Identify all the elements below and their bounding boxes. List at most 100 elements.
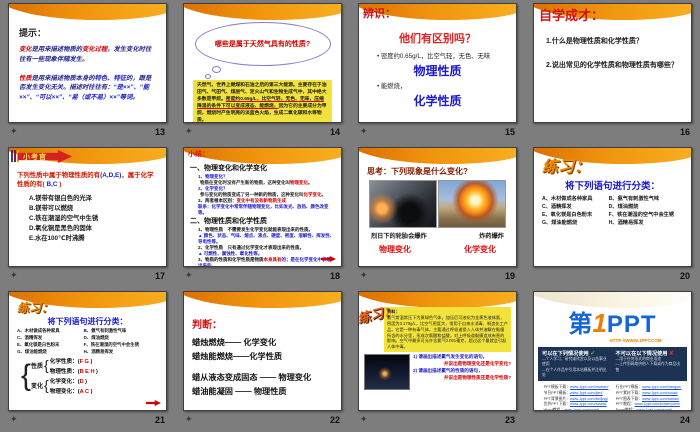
slide-number: 24 — [679, 414, 690, 425]
bullet-item: • 密度约0.65g/L，比空气轻，无色、无味 — [377, 53, 491, 60]
classification-diagram: { 性质 { 化学性质：(F G ) 物理性质：(B E H ) 变化 {化学… — [21, 357, 98, 395]
question-item: 2.说出常见的化学性质和物理性质有哪些？ — [546, 62, 678, 69]
slide-number: 14 — [329, 126, 340, 137]
transition-star-icon: ✦ — [360, 414, 368, 424]
tire-photo — [369, 180, 437, 228]
question-line: 1) 请画出描述氯气发生变化的语句， — [413, 354, 488, 360]
cross-icon: ✘ — [668, 351, 674, 357]
answer-label: 化学变化 — [464, 245, 496, 254]
license-line: —上传到网络供他人下载或作为商品出售 — [615, 362, 681, 372]
question-line: 并说出是物理性质还是化学性质? — [443, 374, 511, 380]
slide-title: 自学成才： — [539, 8, 605, 23]
link[interactable]: www.1ppt.com/powerpoint/ — [635, 402, 680, 406]
slide-18-cell: 小结： 一、物理变化和化学变化 1、物理变化？ 物质在变化时没有产生新的物质，这… — [175, 144, 350, 288]
slide-22-cell: 判断： 蜡烛燃烧—— 化学变化 蜡烛能燃烧——化学性质 蜡从液态变成固态 —— … — [175, 288, 350, 432]
link[interactable]: www.1ppt.com/jieri/ — [570, 391, 603, 395]
paragraph: 变化是用来描述物质的变化过程，发生变化时往往有一些现象伴随发生。 — [19, 46, 152, 63]
slide-18-thumbnail[interactable]: 小结： 一、物理变化和化学变化 1、物理变化？ 物质在变化时没有产生新的物质，这… — [183, 147, 342, 267]
slide-title: 练习： — [542, 159, 591, 176]
slide-title: 判断： — [192, 320, 222, 331]
next-arrow-icon[interactable] — [146, 400, 161, 406]
slide-24-thumbnail[interactable]: 第1PPT HTTP://WWW.1PPT.COM 可以在下列情况使用 ✔ —个… — [533, 291, 692, 411]
classification-line: 化学变化：(D ) — [49, 378, 88, 385]
slide-13-thumbnail[interactable]: 提示： 变化是用来描述物质的变化过程，发生变化时往往有一些现象伴随发生。 性质是… — [8, 3, 167, 123]
brace-glyph: { — [21, 359, 32, 393]
slide-14-thumbnail[interactable]: 哪些是属于天然气具有的性质? 天然气，世界上继煤和石油之后的第三大能源。主要存在… — [183, 3, 342, 123]
link[interactable]: www.1ppt.com/moban/ — [570, 385, 608, 389]
slide-20-thumbnail[interactable]: 练习： 将下列语句进行分类： A、木材做成各种家具 B、氨气有刺激性气味 C、酒… — [533, 147, 692, 267]
website-url[interactable]: HTTP://WWW.1PPT.COM — [584, 338, 687, 343]
slide-22-thumbnail[interactable]: 判断： 蜡烛燃烧—— 化学变化 蜡烛能燃烧——化学性质 蜡从液态变成固态 —— … — [183, 291, 342, 411]
slide-19-thumbnail[interactable]: 思考：下列现象是什么变化? 烈日下的轮胎会爆炸 炸药爆炸 物理变化 化学变化 — [358, 147, 517, 267]
slide-number: 17 — [154, 270, 165, 281]
link-row: 行业PPT模板：www.1ppt.com/hangye/ — [615, 385, 682, 390]
link[interactable]: www.1ppt.com/tubiao/ — [642, 397, 679, 401]
option-item: G、煤油能燃烧 — [17, 348, 47, 354]
link-row: PPT教程：www.1ppt.com/powerpoint/ — [615, 402, 680, 407]
option-item: H、酒精易挥发 — [83, 348, 114, 354]
option-item: E、氧化镁是白色粉末 — [542, 211, 593, 218]
option-item: B.镁带可以燃烧 — [29, 204, 74, 212]
option-item: A.镁带有银白色的光泽 — [29, 194, 92, 202]
option-item: D、煤油燃烧 — [608, 203, 639, 210]
slide-21-thumbnail[interactable]: 练习： 将下列语句进行分类： A、木材做成各种家具 B、氨气有刺激性气味 C、酒… — [8, 291, 167, 411]
link-row: PPT图表下载：www.1ppt.com/tubiao/ — [615, 396, 680, 401]
transition-star-icon: ✦ — [185, 126, 193, 136]
option-item: E.水在100℃时沸腾 — [29, 234, 85, 242]
slide-number: 23 — [504, 414, 515, 425]
judgement-line: 蜡烛能燃烧——化学性质 — [192, 352, 283, 361]
slide-13-cell: 提示： 变化是用来描述物质的变化过程，发生变化时往往有一些现象伴随发生。 性质是… — [0, 0, 175, 144]
link-row: 优秀PPT下载：www.1ppt.com/xiazai/ — [543, 402, 607, 407]
slide-number: 20 — [679, 270, 690, 281]
slide-23-thumbnail[interactable]: 练习： 资料： 氯气常温常压下为黄绿色气体，加压后可液化为金黄色液体氯，密度为3… — [358, 291, 517, 411]
slide-title: 提示： — [19, 28, 47, 38]
link[interactable]: www.1ppt.com/sucai/ — [642, 391, 678, 395]
slide-17-thumbnail[interactable]: 小考官 下列性质中属于物理性质的有(A,D,E)，属于化学性质的有( B,C )… — [8, 147, 167, 267]
task-heading: 将下列语句进行分类： — [47, 316, 128, 326]
link[interactable]: www.1ppt.com/xiazai/ — [570, 402, 607, 406]
bullet-item: • 能燃烧， — [377, 83, 407, 90]
slide-16-cell: 自学成才： 1.什么是物理性质和化学性质？ 2.说出常见的化学性质和物理性质有哪… — [525, 0, 700, 144]
link[interactable]: www.1ppt.com/hangye/ — [642, 385, 681, 389]
slide-title: 思考：下列现象是什么变化? — [367, 167, 468, 176]
slide-20-cell: 练习： 将下列语句进行分类： A、木材做成各种家具 B、氨气有刺激性气味 C、酒… — [525, 144, 700, 288]
transition-star-icon: ✦ — [360, 270, 368, 280]
option-item: C、酒精挥发 — [17, 334, 43, 340]
link[interactable]: www.1ppt.com/beijing/ — [570, 397, 608, 401]
slide-sorter-grid: 提示： 变化是用来描述物质的变化过程，发生变化时往往有一些现象伴随发生。 性质是… — [0, 0, 700, 432]
question-heading: 他们有区别吗？ — [399, 33, 476, 45]
judgement-line: 蜡从液态变成固态 —— 物理变化 — [192, 373, 312, 382]
option-item: G、煤油能燃烧 — [542, 219, 578, 226]
photo-caption: 炸药爆炸 — [479, 233, 504, 240]
link-row: PPT模板下载：www.1ppt.com/moban/ — [543, 385, 609, 390]
decorative-stripes-icon — [11, 150, 19, 162]
section-heading: 一、物理变化和化学变化 — [190, 165, 267, 172]
link[interactable]: www.1ppt.com/word/ — [564, 408, 599, 410]
license-forbidden-title: 不可以在以下情况使用 ✘ — [615, 351, 674, 357]
transition-star-icon: ✦ — [10, 270, 18, 280]
slide-16-thumbnail[interactable]: 自学成才： 1.什么是物理性质和化学性质？ 2.说出常见的化学性质和物理性质有哪… — [533, 3, 692, 123]
slide-21-cell: 练习： 将下列语句进行分类： A、木材做成各种家具 B、氨气有刺激性气味 C、酒… — [0, 288, 175, 432]
option-item: E、氧化镁是白色粉末 — [17, 341, 60, 347]
link[interactable]: www.1ppt.com/excel/ — [636, 408, 672, 410]
link-row: Word教程：www.1ppt.com/word/ — [543, 408, 600, 411]
slide-number: 15 — [504, 126, 515, 137]
brace-glyph: { — [44, 357, 49, 374]
license-line: —个人学习、研究或欣赏以及公益事业使用 — [542, 357, 607, 367]
option-item: D、煤油燃烧 — [83, 334, 109, 340]
classification-line: 化学性质：(F G ) — [49, 358, 93, 365]
slide-number: 13 — [154, 126, 165, 137]
option-item: F、铁在潮湿的空气中会生锈 — [83, 341, 140, 347]
link-row: Excel教程：www.1ppt.com/excel/ — [615, 408, 673, 411]
slide-15-thumbnail[interactable]: 辨识： 他们有区别吗？ • 密度约0.65g/L，比空气轻，无色、无味 物理性质… — [358, 3, 517, 123]
brace-glyph: { — [44, 377, 49, 394]
slide-14-cell: 哪些是属于天然气具有的性质? 天然气，世界上继煤和石油之后的第三大能源。主要存在… — [175, 0, 350, 144]
link-row: PPT背景图片：www.1ppt.com/beijing/ — [543, 396, 608, 401]
slide-title: 小结： — [188, 151, 209, 158]
transition-star-icon: ✦ — [10, 414, 18, 424]
slide-number: 22 — [329, 414, 340, 425]
license-line: —在个人作品中引用本站模板并注明出处 — [542, 367, 607, 377]
license-allowed-title: 可以在下列情况使用 ✔ — [542, 351, 596, 357]
slide-number: 18 — [329, 270, 340, 281]
slide-number: 21 — [154, 414, 165, 425]
